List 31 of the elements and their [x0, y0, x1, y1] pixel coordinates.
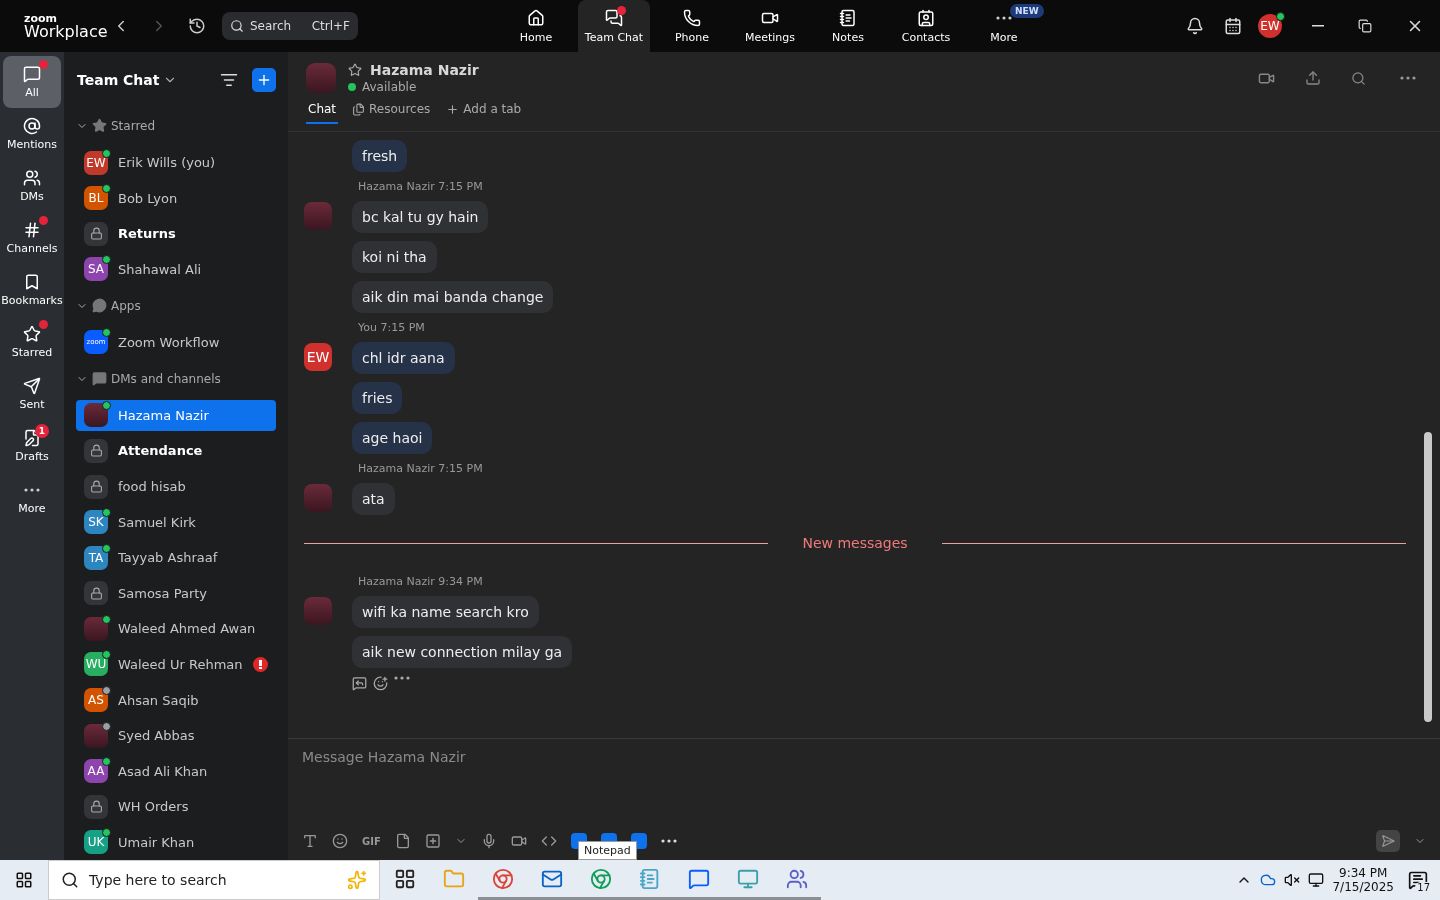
avatar: AA — [84, 759, 108, 784]
message-bubble: wifi ka name search kro — [352, 596, 539, 628]
new-messages-label: New messages — [802, 535, 908, 551]
message-bubble: age haoi — [352, 422, 433, 454]
avatar: EW — [84, 150, 108, 175]
message-bubble: aik din mai banda change — [352, 281, 554, 313]
message-bubble: fresh — [352, 140, 408, 172]
avatar: SA — [84, 257, 108, 282]
message-meta: You 7:15 PM — [358, 321, 425, 334]
count-badge: 1 — [35, 424, 49, 438]
avatar: UK — [84, 830, 108, 855]
message-bubble: aik new connection milay ga — [352, 636, 573, 668]
status-text: Available — [348, 80, 479, 94]
message-meta: Hazama Nazir 7:15 PM — [358, 180, 483, 193]
message-bubble: fries — [352, 382, 403, 414]
avatar: AS — [84, 688, 108, 712]
message-bubble: bc kal tu gy hain — [352, 201, 489, 233]
message-bubble: ata — [352, 483, 395, 515]
message-bubble: koi ni tha — [352, 241, 437, 273]
new-badge: NEW — [1010, 4, 1044, 18]
tooltip: Notepad — [578, 841, 637, 860]
contact-name: Hazama Nazir — [370, 62, 479, 78]
app-logo: zoom Workplace — [24, 12, 108, 40]
avatar: WU — [84, 652, 108, 677]
message-meta: Hazama Nazir 7:15 PM — [358, 462, 483, 475]
avatar: SK — [84, 510, 108, 535]
avatar: BL — [84, 186, 108, 211]
message-meta: Hazama Nazir 9:34 PM — [358, 575, 483, 588]
avatar: TA — [84, 545, 108, 570]
message-bubble: chl idr aana — [352, 342, 455, 374]
avatar: EW — [304, 343, 332, 371]
